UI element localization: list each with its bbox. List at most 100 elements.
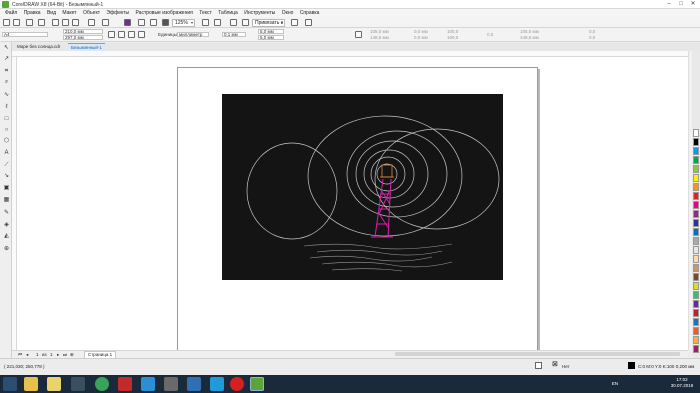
palette-swatch[interactable] <box>693 255 699 263</box>
landscape-icon[interactable] <box>118 31 125 38</box>
menu-text[interactable]: Текст <box>199 9 212 17</box>
acrobat-taskbar-icon[interactable] <box>118 377 132 391</box>
zoom-tool-icon[interactable]: ⌕ <box>3 79 10 86</box>
eyedropper-icon[interactable]: ✎ <box>3 210 10 217</box>
menu-help[interactable]: Справка <box>300 9 320 17</box>
portrait-icon[interactable] <box>108 31 115 38</box>
palette-swatch[interactable] <box>693 129 699 137</box>
palette-swatch[interactable] <box>693 138 699 146</box>
paste-icon[interactable] <box>72 19 79 26</box>
palette-swatch[interactable] <box>693 273 699 281</box>
palette-swatch[interactable] <box>693 264 699 272</box>
shape-tool-icon[interactable]: ↗ <box>3 56 10 63</box>
palette-swatch[interactable] <box>693 174 699 182</box>
transparency-tool-icon[interactable]: ▦ <box>3 197 10 204</box>
position-origin-icon[interactable] <box>355 31 362 38</box>
palette-swatch[interactable] <box>693 237 699 245</box>
full-screen-icon[interactable] <box>202 19 209 26</box>
palette-swatch[interactable] <box>693 282 699 290</box>
artistic-media-icon[interactable]: ℓ <box>3 104 10 111</box>
folder-taskbar-icon[interactable] <box>47 377 61 391</box>
new-document-icon[interactable] <box>3 19 10 26</box>
crop-tool-icon[interactable]: ⌗ <box>3 68 10 75</box>
outline-color-swatch[interactable] <box>628 362 635 369</box>
photoshop-taskbar-icon[interactable] <box>187 377 201 391</box>
palette-swatch[interactable] <box>693 165 699 173</box>
grid-icon[interactable] <box>230 19 237 26</box>
rectangle-tool-icon[interactable]: □ <box>3 116 10 123</box>
tab-document-sea[interactable]: Море без солнца.cdr <box>14 43 63 51</box>
save-icon[interactable] <box>26 19 33 26</box>
palette-swatch[interactable] <box>693 192 699 200</box>
palette-swatch[interactable] <box>693 327 699 335</box>
menu-bitmaps[interactable]: Растровые изображения <box>136 9 193 17</box>
palette-swatch[interactable] <box>693 246 699 254</box>
menu-tools[interactable]: Инструменты <box>244 9 275 17</box>
menu-layout[interactable]: Макет <box>62 9 76 17</box>
undo-icon[interactable] <box>88 19 95 26</box>
freehand-tool-icon[interactable]: ∿ <box>3 92 10 99</box>
palette-swatch[interactable] <box>693 210 699 218</box>
palette-swatch[interactable] <box>693 183 699 191</box>
duplicate-x-field[interactable]: 5,0 мм <box>258 29 284 34</box>
copy-icon[interactable] <box>62 19 69 26</box>
palette-swatch[interactable] <box>693 201 699 209</box>
nudge-distance-field[interactable]: 0,1 мм <box>222 32 246 37</box>
open-icon[interactable] <box>13 19 20 26</box>
page-height-field[interactable]: 297,0 мм <box>63 35 103 40</box>
duplicate-y-field[interactable]: 5,0 мм <box>258 35 284 40</box>
input-language[interactable]: EN <box>612 381 618 386</box>
current-page-icon[interactable] <box>138 31 145 38</box>
parallel-dimension-icon[interactable]: ⟋ <box>3 162 10 169</box>
interactive-fill-icon[interactable]: ◈ <box>3 222 10 229</box>
drop-shadow-icon[interactable]: ▣ <box>3 185 10 192</box>
all-pages-icon[interactable] <box>128 31 135 38</box>
zoom-level-dropdown[interactable]: 125% ▾ <box>172 18 195 27</box>
maximize-button[interactable]: □ <box>676 1 686 8</box>
app-taskbar-icon[interactable] <box>164 377 178 391</box>
opera-taskbar-icon[interactable] <box>230 377 244 391</box>
print-icon[interactable] <box>38 19 45 26</box>
options-gear-icon[interactable] <box>291 19 298 26</box>
palette-swatch[interactable] <box>693 156 699 164</box>
palette-swatch[interactable] <box>693 147 699 155</box>
add-tool-icon[interactable]: ⊕ <box>3 246 10 253</box>
text-tool-icon[interactable]: A <box>3 150 10 157</box>
redo-icon[interactable] <box>102 19 109 26</box>
coreldraw-taskbar-icon[interactable] <box>250 377 264 391</box>
rulers-icon[interactable] <box>214 19 221 26</box>
page-width-field[interactable]: 210,0 мм <box>63 29 103 34</box>
horizontal-scrollbar[interactable] <box>395 352 680 356</box>
menu-object[interactable]: Объект <box>83 9 100 17</box>
palette-swatch[interactable] <box>693 300 699 308</box>
menu-view[interactable]: Вид <box>47 9 56 17</box>
pick-tool-icon[interactable]: ↖ <box>3 45 10 52</box>
units-dropdown[interactable]: миллиметр <box>177 32 209 37</box>
menu-effects[interactable]: Эффекты <box>106 9 129 17</box>
polygon-tool-icon[interactable]: ⬡ <box>3 138 10 145</box>
export-icon[interactable] <box>150 19 157 26</box>
launch-icon[interactable] <box>305 19 312 26</box>
palette-swatch[interactable] <box>693 291 699 299</box>
start-button-icon[interactable] <box>3 377 17 391</box>
connector-tool-icon[interactable]: ↘ <box>3 173 10 180</box>
snap-to-dropdown[interactable]: Привязать к ▾ <box>252 18 285 27</box>
system-clock[interactable]: 17:02 30.07.2018 <box>669 377 695 389</box>
fill-indicator-icon[interactable] <box>535 362 542 369</box>
import-icon[interactable] <box>138 19 145 26</box>
page-size-dropdown[interactable]: A4 <box>2 32 48 37</box>
publish-pdf-icon[interactable] <box>162 19 169 26</box>
corel-connect-icon[interactable] <box>124 19 131 26</box>
ie-taskbar-icon[interactable] <box>141 377 155 391</box>
media-taskbar-icon[interactable] <box>71 377 85 391</box>
bitmap-artwork[interactable] <box>222 94 503 280</box>
explorer-taskbar-icon[interactable] <box>24 377 38 391</box>
tab-document-untitled[interactable]: Безымянный-1 <box>68 43 105 51</box>
palette-swatch[interactable] <box>693 219 699 227</box>
skype-taskbar-icon[interactable] <box>210 377 224 391</box>
close-button[interactable]: ✕ <box>688 1 698 8</box>
palette-swatch[interactable] <box>693 318 699 326</box>
palette-swatch[interactable] <box>693 336 699 344</box>
guidelines-icon[interactable] <box>242 19 249 26</box>
palette-swatch[interactable] <box>693 345 699 353</box>
